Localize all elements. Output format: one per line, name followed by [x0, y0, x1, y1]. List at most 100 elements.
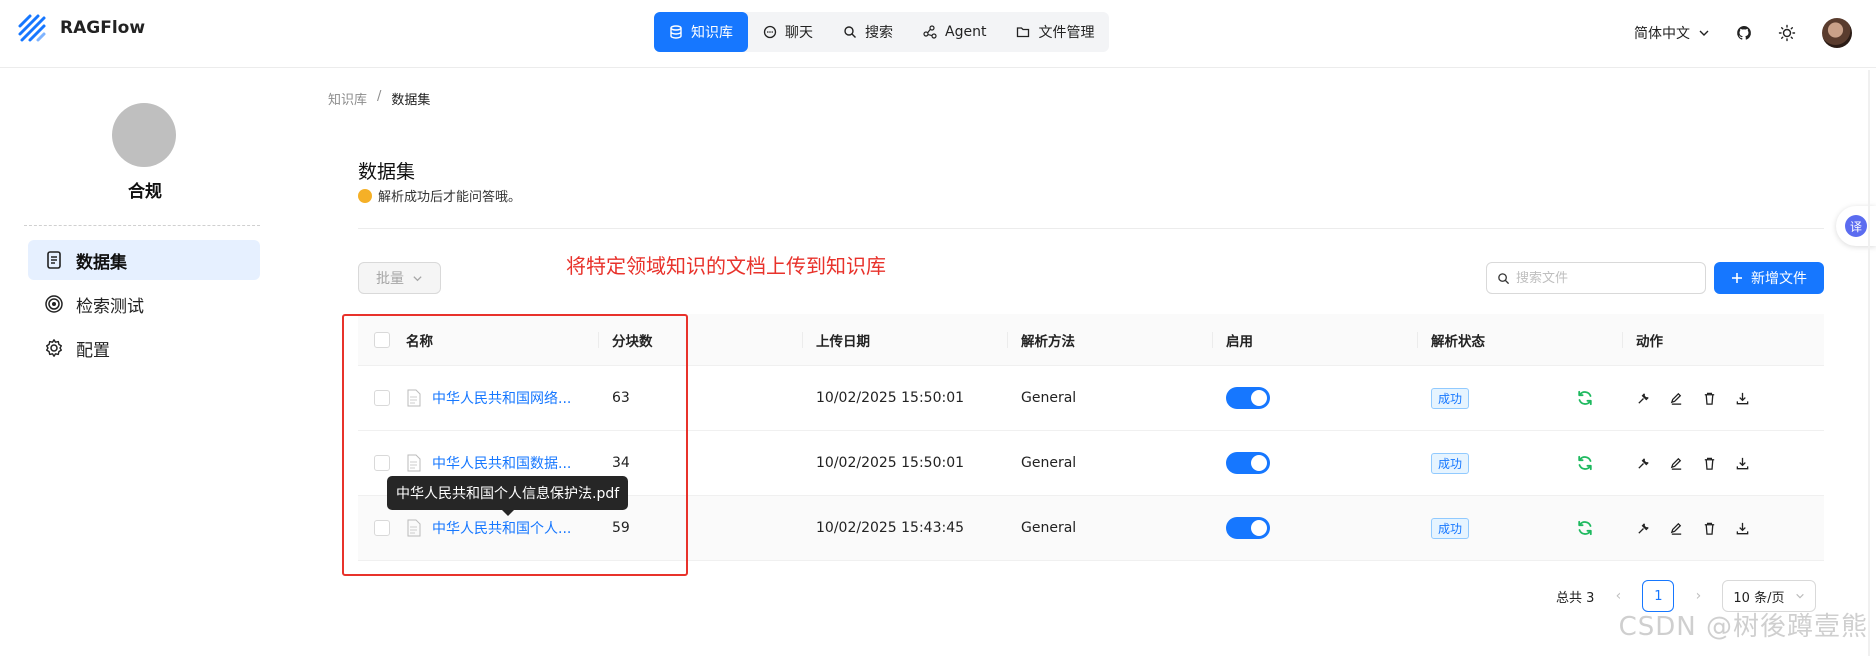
parse-method[interactable]: General — [1007, 496, 1212, 560]
edit-icon[interactable] — [1669, 391, 1684, 406]
parse-method[interactable]: General — [1007, 431, 1212, 495]
brand[interactable]: RAGFlow — [16, 12, 145, 44]
download-icon[interactable] — [1735, 391, 1750, 406]
top-header: RAGFlow 知识库 聊天 搜索 Agent 文件管理 简体中文 — [0, 0, 1876, 68]
delete-icon[interactable] — [1702, 521, 1717, 536]
tool-icon[interactable] — [1636, 391, 1651, 406]
nav-agent[interactable]: Agent — [908, 12, 1001, 52]
enabled-cell — [1212, 366, 1417, 430]
sidebar-item-dataset[interactable]: 数据集 — [28, 240, 260, 280]
theme-sun-icon[interactable] — [1778, 24, 1796, 42]
status-cell: 成功 — [1417, 431, 1622, 495]
gear-icon — [46, 339, 62, 357]
folder-icon — [1017, 27, 1030, 38]
watermark: CSDN @树後蹲壹熊 — [1618, 612, 1868, 642]
scrollbar[interactable] — [1866, 70, 1872, 656]
enable-toggle[interactable] — [1226, 517, 1270, 539]
next-page-icon[interactable]: › — [1688, 588, 1708, 604]
page-size-label: 10 条/页 — [1733, 590, 1785, 606]
nav-file-management[interactable]: 文件管理 — [1001, 12, 1109, 52]
edit-icon[interactable] — [1669, 456, 1684, 471]
tool-icon[interactable] — [1636, 456, 1651, 471]
chat-icon — [763, 25, 777, 39]
nav-search[interactable]: 搜索 — [828, 12, 908, 52]
header-parse-status: 解析状态 — [1417, 314, 1622, 365]
header-action: 动作 — [1622, 314, 1824, 365]
chevron-down-icon — [1699, 30, 1709, 36]
nav-label: 知识库 — [691, 25, 733, 41]
main-nav: 知识库 聊天 搜索 Agent 文件管理 — [654, 12, 1110, 52]
user-avatar[interactable] — [1822, 18, 1852, 48]
delete-icon[interactable] — [1702, 391, 1717, 406]
status-badge: 成功 — [1431, 517, 1470, 539]
enable-toggle[interactable] — [1226, 387, 1270, 409]
translate-icon: 译 — [1845, 215, 1867, 237]
chevron-down-icon — [413, 275, 422, 281]
search-icon — [844, 26, 856, 38]
prev-page-icon[interactable]: ‹ — [1608, 588, 1628, 604]
page-description: 解析成功后才能问答哦。 — [358, 186, 521, 205]
upload-date: 10/02/2025 15:50:01 — [816, 455, 965, 471]
download-icon[interactable] — [1735, 456, 1750, 471]
description-text: 解析成功后才能问答哦。 — [378, 190, 522, 205]
status-cell: 成功 — [1417, 496, 1622, 560]
breadcrumb-separator: / — [377, 89, 382, 104]
nav-chat[interactable]: 聊天 — [748, 12, 828, 52]
delete-icon[interactable] — [1702, 456, 1717, 471]
page-title: 数据集 — [358, 161, 416, 183]
nav-label: 聊天 — [785, 25, 813, 41]
enabled-cell — [1212, 431, 1417, 495]
enabled-cell — [1212, 496, 1417, 560]
header-upload-date[interactable]: 上传日期 — [802, 314, 1007, 365]
nav-knowledge-base[interactable]: 知识库 — [654, 12, 748, 52]
tool-icon[interactable] — [1636, 521, 1651, 536]
breadcrumb: 知识库 / 数据集 — [328, 89, 430, 108]
search-box[interactable] — [1486, 262, 1706, 294]
add-file-button[interactable]: 新增文件 — [1714, 262, 1824, 294]
annotation-highlight-box — [342, 314, 688, 576]
search-input[interactable] — [1516, 270, 1686, 286]
brand-name: RAGFlow — [60, 18, 146, 38]
upload-date: 10/02/2025 15:50:01 — [816, 390, 965, 406]
sidebar-item-retrieval-test[interactable]: 检索测试 — [28, 284, 260, 324]
smile-emoji-icon — [358, 188, 372, 203]
database-icon — [670, 25, 682, 39]
status-cell: 成功 — [1417, 366, 1622, 430]
nav-label: 文件管理 — [1038, 25, 1095, 41]
annotation-text: 将特定领域知识的文档上传到知识库 — [566, 254, 886, 278]
parse-method[interactable]: General — [1007, 366, 1212, 430]
reparse-refresh-icon[interactable] — [1576, 519, 1594, 537]
download-icon[interactable] — [1735, 521, 1750, 536]
nav-label: Agent — [945, 24, 987, 40]
reparse-refresh-icon[interactable] — [1576, 389, 1594, 407]
chevron-down-icon — [1796, 593, 1805, 599]
batch-button[interactable]: 批量 — [358, 262, 441, 294]
breadcrumb-current: 数据集 — [391, 93, 431, 108]
reparse-refresh-icon[interactable] — [1576, 454, 1594, 472]
kb-name: 合规 — [128, 182, 162, 202]
language-select[interactable]: 简体中文 — [1634, 23, 1710, 43]
kb-avatar — [112, 103, 176, 167]
sidebar: 合规 数据集 检索测试 配置 — [0, 69, 290, 657]
github-icon[interactable] — [1736, 25, 1752, 41]
sidebar-item-label: 配置 — [76, 340, 110, 361]
sidebar-divider — [24, 225, 260, 226]
enable-toggle[interactable] — [1226, 452, 1270, 474]
upload-date: 10/02/2025 15:43:45 — [816, 520, 965, 536]
sidebar-item-label: 检索测试 — [76, 296, 144, 317]
add-file-label: 新增文件 — [1751, 271, 1807, 287]
total-count: 总共 3 — [1556, 590, 1595, 606]
header-enabled: 启用 — [1212, 314, 1417, 365]
document-icon — [47, 251, 61, 269]
header-right: 简体中文 — [1634, 18, 1852, 48]
search-icon — [1498, 272, 1510, 284]
batch-label: 批量 — [376, 271, 404, 287]
language-label: 简体中文 — [1634, 26, 1690, 42]
status-badge: 成功 — [1431, 387, 1470, 409]
sidebar-item-config[interactable]: 配置 — [28, 328, 260, 368]
target-icon — [45, 295, 63, 313]
nav-label: 搜索 — [865, 25, 893, 41]
edit-icon[interactable] — [1669, 521, 1684, 536]
action-cell — [1622, 366, 1824, 430]
breadcrumb-root[interactable]: 知识库 — [328, 89, 367, 108]
